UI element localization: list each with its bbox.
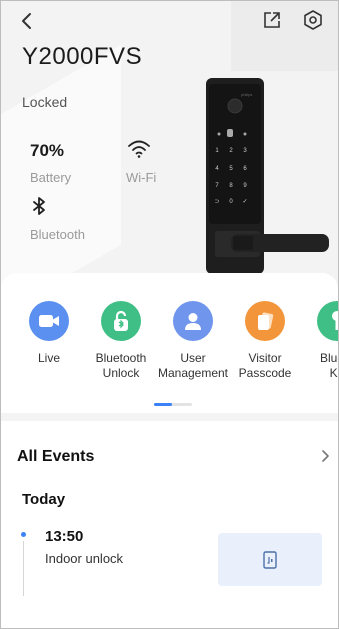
page-indicator (154, 403, 192, 406)
day-heading: Today (22, 491, 66, 508)
cards-icon (258, 312, 274, 330)
timeline-line (23, 541, 24, 596)
bluetooth-icon (33, 197, 45, 215)
share-button[interactable] (262, 10, 282, 30)
wifi-status: Wi-Fi (126, 139, 156, 185)
svg-text:philips: philips (241, 92, 252, 97)
chevron-left-icon (22, 13, 31, 29)
event-time: 13:50 (45, 528, 84, 545)
action-icon-circle (101, 301, 141, 341)
quick-actions-card: Live Bluetooth Unlock User Management Vi… (1, 273, 338, 413)
wifi-icon (128, 140, 150, 158)
action-bluetooth-unlock[interactable]: Bluetooth Unlock (81, 293, 161, 381)
action-icon-circle (173, 301, 213, 341)
battery-status: 70% Battery (30, 141, 71, 185)
action-label: Visitor Passcode (238, 351, 292, 380)
action-label: User Management (157, 351, 229, 380)
smart-lock-image: philips 123 456 789 ⊃ 0 ✓ (206, 78, 329, 274)
back-button[interactable] (17, 11, 37, 31)
share-external-icon (264, 12, 280, 28)
svg-text:⊃: ⊃ (214, 199, 219, 205)
page-indicator-active (154, 403, 172, 406)
battery-label: Battery (30, 170, 72, 185)
battery-value: 70% (30, 141, 65, 160)
action-visitor-passcode[interactable]: Visitor Passcode (225, 293, 305, 381)
bluetooth-label: Bluetooth (30, 227, 85, 242)
device-header: Y2000FVS Locked 70% Battery Wi-Fi Blueto… (1, 1, 338, 291)
action-label: Bluetooth Unlock (95, 351, 147, 380)
event-description: Indoor unlock (45, 551, 124, 566)
video-camera-icon (39, 315, 59, 327)
events-section: All Events Today 13:50 Indoor unlock (1, 421, 338, 628)
timeline-dot (21, 532, 26, 537)
lock-status: Locked (22, 94, 68, 110)
chevron-right-icon[interactable] (319, 449, 331, 463)
action-live[interactable]: Live (9, 293, 89, 366)
wifi-label: Wi-Fi (126, 170, 157, 185)
hexagon-gear-icon (304, 10, 322, 30)
bluetooth-status: Bluetooth (30, 196, 85, 242)
door-icon (263, 550, 277, 569)
action-bluetooth-key[interactable]: Blueto Ke (297, 293, 338, 381)
app-frame: Y2000FVS Locked 70% Battery Wi-Fi Blueto… (0, 0, 339, 629)
settings-button[interactable] (302, 9, 324, 31)
events-title: All Events (17, 448, 95, 465)
action-icon-circle (29, 301, 69, 341)
bluetooth-key-icon (332, 311, 338, 330)
user-icon (185, 313, 201, 330)
action-label: Blueto Ke (319, 351, 338, 380)
action-user-management[interactable]: User Management (153, 293, 233, 381)
quick-actions: Live Bluetooth Unlock User Management Vi… (1, 293, 338, 393)
svg-text:✓: ✓ (242, 199, 247, 205)
action-icon-circle (245, 301, 285, 341)
event-thumbnail[interactable] (218, 533, 322, 586)
action-label: Live (37, 351, 60, 365)
action-icon-circle (317, 301, 338, 341)
bluetooth-unlock-icon (114, 310, 128, 331)
device-name: Y2000FVS (22, 43, 143, 70)
